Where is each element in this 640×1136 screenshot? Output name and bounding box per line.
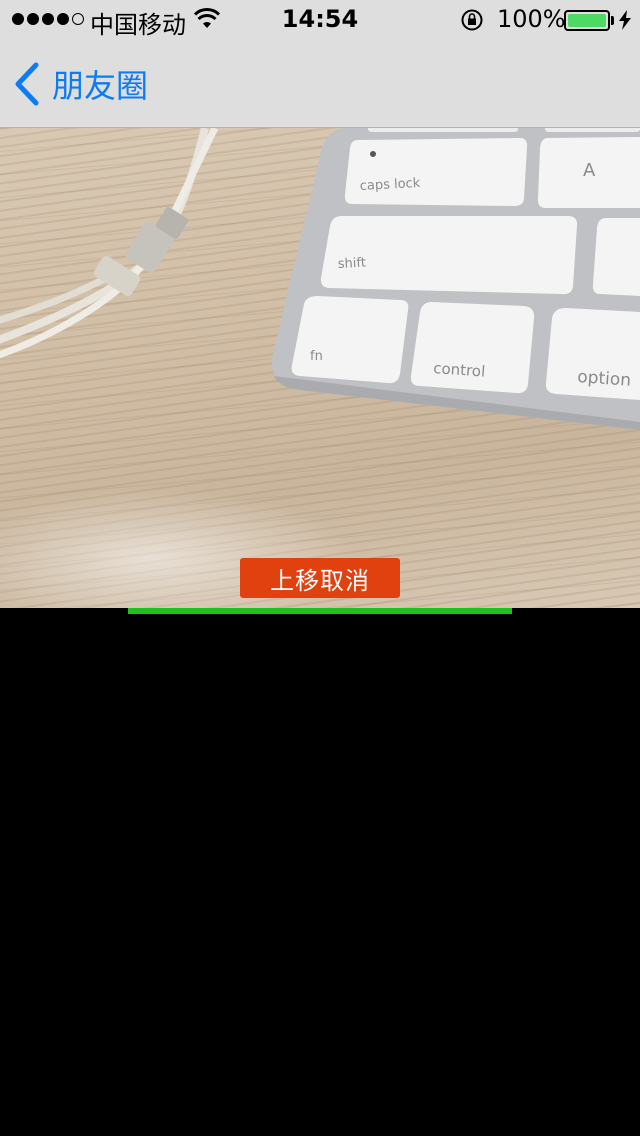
key-label-a: A: [583, 160, 596, 181]
charging-bolt-icon: [619, 10, 631, 30]
key-label-caps-lock: caps lock: [359, 176, 421, 194]
chevron-left-icon: [15, 62, 39, 106]
key-label-control: control: [433, 359, 486, 381]
key-label-fn: fn: [310, 349, 323, 364]
back-button-label: 朋友圈: [52, 67, 149, 105]
battery-icon: [564, 10, 610, 31]
swipe-up-cancel-hint: 上移取消: [240, 558, 400, 598]
battery-tip: [611, 16, 614, 25]
keyboard-photo: caps lock A shift fn control option: [271, 128, 640, 430]
record-control-area[interactable]: [0, 614, 640, 1136]
battery-level: [568, 14, 606, 27]
key-label-option: option: [577, 367, 632, 391]
camera-preview: caps lock A shift fn control option: [0, 128, 640, 608]
battery-percentage: 100%: [497, 5, 566, 33]
back-button[interactable]: 朋友圈: [14, 58, 148, 110]
key-label-shift: shift: [337, 256, 366, 272]
rotation-lock-icon: [461, 9, 483, 31]
status-bar: 中国移动 14:54 100%: [0, 0, 640, 40]
navigation-bar: 朋友圈: [0, 40, 640, 128]
